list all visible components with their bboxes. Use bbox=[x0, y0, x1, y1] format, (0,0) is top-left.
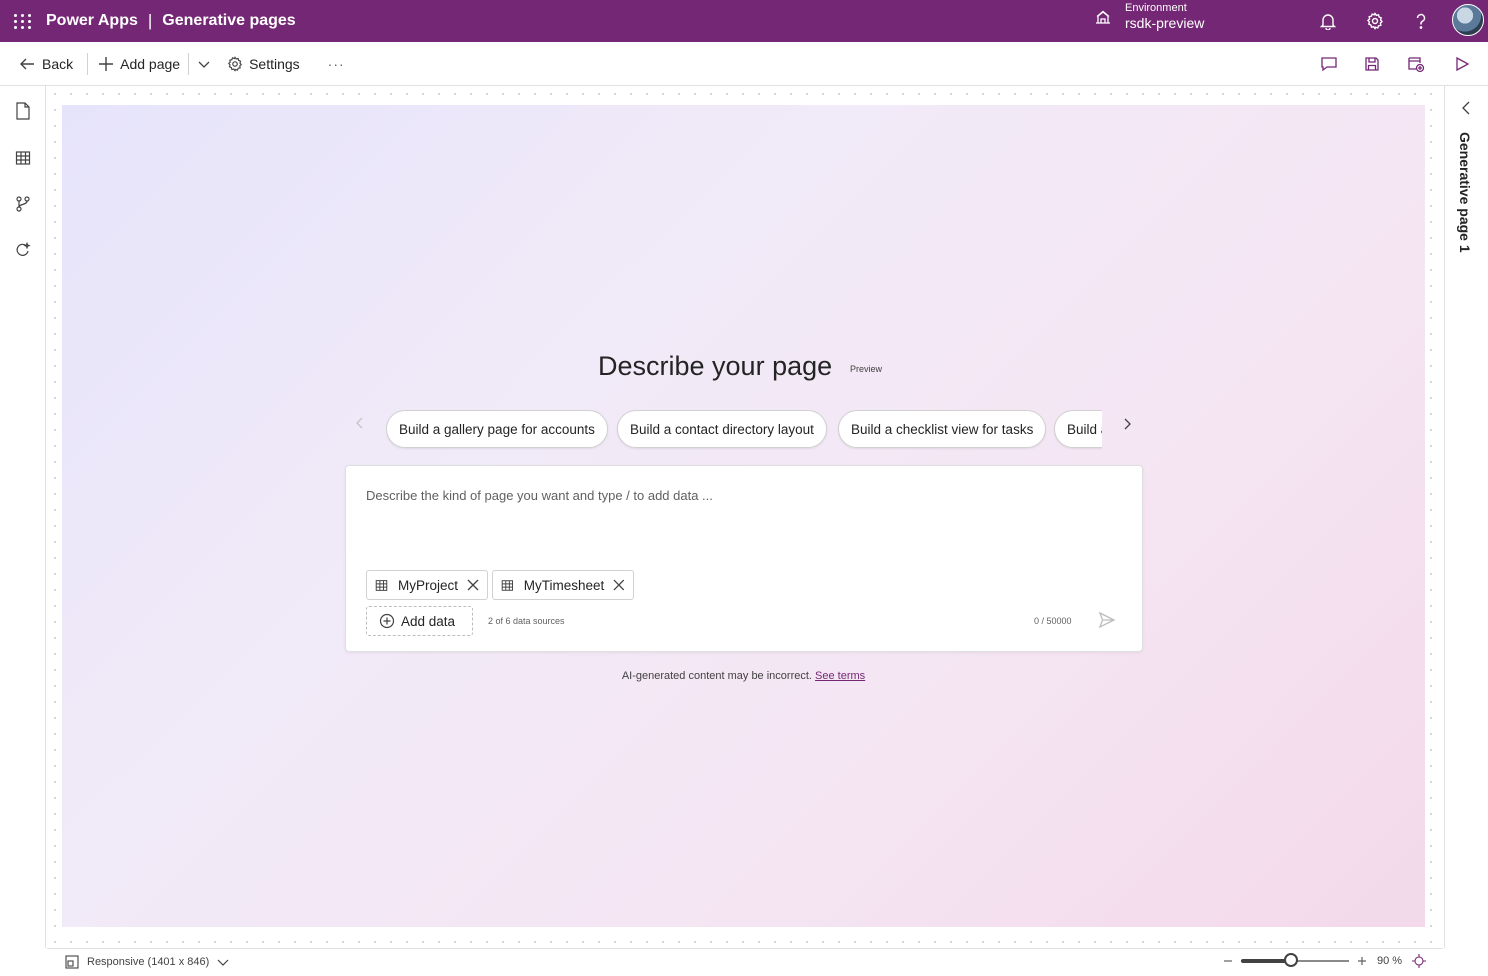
divider bbox=[87, 52, 89, 75]
ai-disclaimer: AI-generated content may be incorrect. S… bbox=[62, 670, 1425, 682]
screen-size-label: Responsive (1401 x 846) bbox=[87, 956, 210, 968]
generative-page: Describe your page Preview Build a galle… bbox=[62, 105, 1425, 927]
avatar[interactable] bbox=[1452, 4, 1484, 36]
disclaimer-text: AI-generated content may be incorrect. bbox=[621, 670, 812, 682]
design-canvas: Describe your page Preview Build a galle… bbox=[47, 86, 1443, 948]
bell-icon bbox=[1319, 14, 1337, 30]
app-name[interactable]: Power Apps bbox=[46, 12, 138, 30]
suggestion-chip[interactable]: Build a checklist view for tasks bbox=[838, 410, 1047, 448]
section-title: Generative pages bbox=[162, 12, 296, 29]
settings-button[interactable] bbox=[1363, 9, 1387, 33]
responsive-icon bbox=[65, 955, 79, 969]
data-source-name: MyTimesheet bbox=[523, 577, 605, 593]
gear-icon bbox=[228, 55, 243, 72]
suggestion-chip[interactable]: Build a gallery page for accounts bbox=[386, 410, 608, 448]
zoom-out-icon[interactable] bbox=[1223, 956, 1233, 966]
page-title: Describe your page bbox=[598, 351, 833, 381]
preview-badge: Preview bbox=[850, 364, 883, 374]
zoom-in-icon[interactable] bbox=[1357, 956, 1367, 966]
settings-label: Settings bbox=[249, 55, 300, 72]
zoom-control: 90 % bbox=[1223, 953, 1427, 968]
data-source-chip: MyTimesheet bbox=[492, 570, 634, 600]
table-icon bbox=[501, 579, 514, 591]
comments-button[interactable] bbox=[1317, 52, 1341, 76]
properties-panel-collapsed: Generative page 1 bbox=[1444, 86, 1488, 948]
pages-rail-button[interactable] bbox=[11, 99, 35, 123]
command-bar: Back Add page Settings ··· bbox=[0, 42, 1488, 86]
suggestion-chip[interactable]: Build a contact directory layout bbox=[617, 410, 827, 448]
status-bar: Responsive (1401 x 846) 90 % bbox=[47, 948, 1443, 976]
chevron-left-icon[interactable] bbox=[352, 415, 368, 431]
screen-size-selector[interactable]: Responsive (1401 x 846) bbox=[65, 955, 237, 969]
data-source-name: MyProject bbox=[397, 577, 458, 593]
add-page-button[interactable]: Add page bbox=[90, 48, 188, 80]
chevron-down-icon bbox=[198, 61, 210, 68]
publish-icon bbox=[1408, 57, 1425, 73]
prompt-input[interactable]: Describe the kind of page you want and t… bbox=[366, 488, 713, 503]
fit-to-screen-icon[interactable] bbox=[1412, 954, 1427, 968]
notifications-button[interactable] bbox=[1316, 9, 1340, 33]
title-separator: | bbox=[147, 11, 153, 30]
chevron-right-icon[interactable] bbox=[1119, 416, 1135, 432]
comment-icon bbox=[1321, 57, 1337, 72]
app-header: Power Apps | Generative pages Environmen… bbox=[0, 0, 1488, 42]
table-icon bbox=[15, 151, 31, 165]
close-icon[interactable] bbox=[467, 579, 479, 591]
more-options-button[interactable]: ··· bbox=[320, 48, 353, 80]
help-icon bbox=[1416, 13, 1426, 29]
add-data-button[interactable]: Add data bbox=[366, 606, 473, 636]
refresh-sparkle-icon bbox=[16, 242, 31, 256]
close-icon[interactable] bbox=[613, 579, 625, 591]
environment-picker[interactable]: Environment rsdk-preview bbox=[1093, 2, 1204, 32]
data-source-count: 2 of 6 data sources bbox=[488, 616, 565, 626]
page-icon bbox=[16, 102, 30, 120]
branch-icon bbox=[16, 196, 30, 212]
add-page-label: Add page bbox=[120, 55, 181, 72]
add-circle-icon bbox=[379, 613, 395, 629]
page-settings-button[interactable]: Settings bbox=[219, 48, 308, 80]
environment-name: rsdk-preview bbox=[1125, 15, 1205, 31]
add-data-label: Add data bbox=[401, 613, 456, 629]
chevron-left-icon[interactable] bbox=[1459, 100, 1473, 116]
flows-rail-button[interactable] bbox=[11, 192, 35, 216]
add-page-dropdown-button[interactable] bbox=[189, 48, 219, 80]
data-source-chip: MyProject bbox=[366, 570, 488, 600]
gear-icon bbox=[1367, 12, 1383, 30]
help-button[interactable] bbox=[1409, 9, 1433, 33]
data-rail-button[interactable] bbox=[11, 146, 35, 170]
zoom-slider[interactable] bbox=[1241, 953, 1349, 967]
publish-button[interactable] bbox=[1404, 52, 1428, 76]
back-button[interactable]: Back bbox=[10, 48, 81, 80]
save-button[interactable] bbox=[1360, 52, 1384, 76]
panel-title[interactable]: Generative page 1 bbox=[1457, 132, 1473, 253]
left-navigation-rail bbox=[0, 86, 46, 948]
arrow-left-icon bbox=[20, 58, 34, 69]
table-icon bbox=[375, 579, 388, 591]
plus-icon bbox=[99, 56, 114, 71]
waffle-icon bbox=[14, 13, 32, 29]
save-icon bbox=[1365, 57, 1379, 71]
zoom-level: 90 % bbox=[1377, 955, 1403, 967]
prompt-box: Describe the kind of page you want and t… bbox=[345, 465, 1143, 652]
app-launcher-button[interactable] bbox=[0, 0, 46, 42]
environment-label: Environment bbox=[1125, 2, 1187, 14]
environment-icon bbox=[1096, 10, 1110, 24]
suggestion-carousel: Build a gallery page for accounts Build … bbox=[386, 410, 1102, 450]
chevron-down-icon bbox=[217, 959, 229, 966]
play-button[interactable] bbox=[1450, 52, 1474, 76]
see-terms-link[interactable]: See terms bbox=[815, 670, 865, 682]
back-label: Back bbox=[42, 55, 74, 72]
zoom-slider-thumb[interactable] bbox=[1284, 953, 1299, 967]
play-icon bbox=[1456, 56, 1470, 72]
character-count: 0 / 50000 bbox=[1034, 616, 1072, 626]
copilot-rail-button[interactable] bbox=[11, 238, 35, 262]
send-icon[interactable] bbox=[1098, 611, 1116, 629]
suggestion-chip[interactable]: Build a bbox=[1054, 410, 1102, 448]
